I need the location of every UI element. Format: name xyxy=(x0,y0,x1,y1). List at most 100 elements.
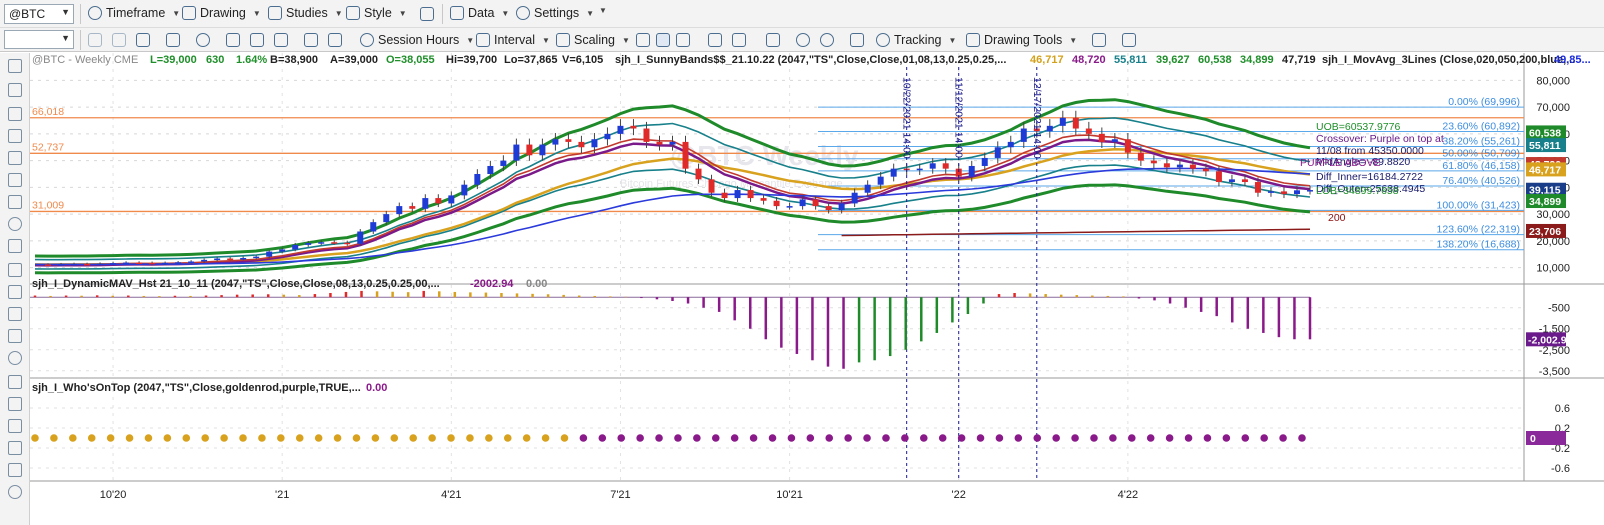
cursor-icon[interactable] xyxy=(8,59,22,73)
vertical-lines-icon[interactable] xyxy=(8,263,22,277)
text-icon[interactable] xyxy=(8,419,22,433)
fib-fan-icon[interactable] xyxy=(8,307,22,321)
plugin-icon[interactable] xyxy=(304,33,318,47)
candle-up xyxy=(1046,125,1053,132)
candle-down xyxy=(1280,191,1287,195)
studies-button[interactable]: Studies ▼ xyxy=(268,6,343,20)
candle-up xyxy=(500,160,507,166)
horizontal-line-icon[interactable] xyxy=(8,129,22,143)
candle-up xyxy=(58,264,65,266)
data-button[interactable]: Data ▼ xyxy=(450,6,509,20)
goldenrod-dot xyxy=(314,434,323,442)
price-tick-label: 80,000 xyxy=(1536,75,1570,87)
layout-icon[interactable] xyxy=(136,33,150,47)
fib-list-icon[interactable] xyxy=(8,329,22,343)
study-annotation: LOB=34899.7658 xyxy=(1316,185,1399,197)
sparkline2-icon[interactable] xyxy=(732,33,746,47)
channel-icon[interactable] xyxy=(8,173,22,187)
tracking-button[interactable]: Tracking ▼ xyxy=(876,33,956,47)
purple-dot xyxy=(1222,434,1231,442)
interval-label: Interval xyxy=(494,33,535,47)
candle-down xyxy=(331,242,338,244)
candle-up xyxy=(97,263,104,266)
dots-icon[interactable] xyxy=(8,83,22,97)
panels-icon[interactable] xyxy=(420,7,434,21)
style-button[interactable]: Style ▼ xyxy=(346,6,407,20)
arrow-up-icon[interactable] xyxy=(8,463,22,477)
candle-down xyxy=(1098,133,1105,142)
panel2-v1: -2002.94 xyxy=(470,278,514,290)
pitchfork-icon[interactable] xyxy=(8,195,22,209)
trendline-icon[interactable] xyxy=(8,107,22,121)
goldenrod-dot xyxy=(409,434,418,442)
trend-icon[interactable] xyxy=(1092,33,1106,47)
event-vline-label: 10/22/2021 14:00 xyxy=(901,77,913,159)
candle-down xyxy=(344,242,351,245)
candle-up xyxy=(383,214,390,223)
chevron-down-icon: ▼ xyxy=(334,8,343,18)
circle-icon[interactable] xyxy=(8,217,22,231)
purple-dot xyxy=(901,434,909,442)
candle-down xyxy=(227,258,234,261)
goldenrod-dot xyxy=(258,434,266,442)
session-hours-button[interactable]: Session Hours ▼ xyxy=(360,33,474,47)
candle-style-icon[interactable] xyxy=(656,33,670,47)
zoom-in-icon[interactable] xyxy=(796,33,810,47)
link-icon[interactable] xyxy=(112,33,126,47)
timeframe-button[interactable]: Timeframe ▼ xyxy=(88,6,180,20)
studies-label: Studies xyxy=(286,6,328,20)
chevron-down-icon[interactable]: ▼ xyxy=(61,33,70,43)
overflow-button[interactable]: ▼ xyxy=(596,6,607,15)
interval-input[interactable]: ▼ xyxy=(4,30,74,49)
settings-button[interactable]: Settings ▼ xyxy=(516,6,594,20)
mav-legend: sjh_I_DynamicMAV_Hst 21_10_11 (2047,"TS"… xyxy=(32,278,547,290)
panel2-v2: 0.00 xyxy=(526,278,547,290)
eraser-icon[interactable] xyxy=(8,485,22,499)
symbol-input[interactable]: @BTC ▼ xyxy=(4,4,74,24)
change-value: 630 xyxy=(206,54,224,66)
study-annotation: Crossover: Purple on top at xyxy=(1316,133,1444,145)
candle-up xyxy=(461,184,468,196)
wave-icon[interactable] xyxy=(226,33,240,47)
drawing-button[interactable]: Drawing ▼ xyxy=(182,6,261,20)
last-value: L=39,000 xyxy=(150,54,197,66)
fib-label: 23.60% (60,892) xyxy=(1442,120,1520,132)
time-tick-label: '22 xyxy=(952,489,966,501)
arrow-down-icon[interactable] xyxy=(8,441,22,455)
candle-up xyxy=(396,206,403,215)
zoom-icon[interactable] xyxy=(166,33,180,47)
bar-style-icon[interactable] xyxy=(636,33,650,47)
compass-icon[interactable] xyxy=(196,33,210,47)
drawing-tools-button[interactable]: Drawing Tools ▼ xyxy=(966,33,1077,47)
bug-icon[interactable] xyxy=(274,33,288,47)
brush-icon[interactable] xyxy=(8,239,22,253)
purple-dot xyxy=(1279,434,1287,442)
hollow-candle-icon[interactable] xyxy=(676,33,690,47)
scaling-button[interactable]: Scaling ▼ xyxy=(556,33,630,47)
goldenrod-dot xyxy=(106,434,115,442)
zoom-out-icon[interactable] xyxy=(820,33,834,47)
ray-icon[interactable] xyxy=(8,151,22,165)
chart-area[interactable]: @BTC Weekly Bitcoin Futures Chicago Merc… xyxy=(30,53,1604,525)
interval-button[interactable]: Interval ▼ xyxy=(476,33,550,47)
candle-down xyxy=(1150,160,1157,164)
chevron-down-icon[interactable]: ▼ xyxy=(61,7,70,17)
panel3-title: sjh_I_Who'sOnTop (2047,"TS",Close,golden… xyxy=(32,382,361,394)
study1-v6: 34,899 xyxy=(1240,54,1274,66)
crosshair-icon xyxy=(876,33,890,47)
refresh-icon[interactable] xyxy=(88,33,102,47)
picture-icon[interactable] xyxy=(250,33,264,47)
purple-dot xyxy=(598,434,607,442)
ellipse-icon[interactable] xyxy=(8,351,22,365)
gear-icon[interactable] xyxy=(328,33,342,47)
purple-dot xyxy=(749,434,758,442)
grid-icon[interactable] xyxy=(850,33,864,47)
sparkline-icon[interactable] xyxy=(708,33,722,47)
panels-icon[interactable] xyxy=(766,33,780,47)
speed-lines-icon[interactable] xyxy=(8,397,22,411)
gann-icon[interactable] xyxy=(8,375,22,389)
clock-icon xyxy=(360,33,374,47)
price-tag-label: 46,717 xyxy=(1529,164,1561,176)
signal-icon[interactable] xyxy=(1122,33,1136,47)
fib-icon[interactable] xyxy=(8,285,22,299)
